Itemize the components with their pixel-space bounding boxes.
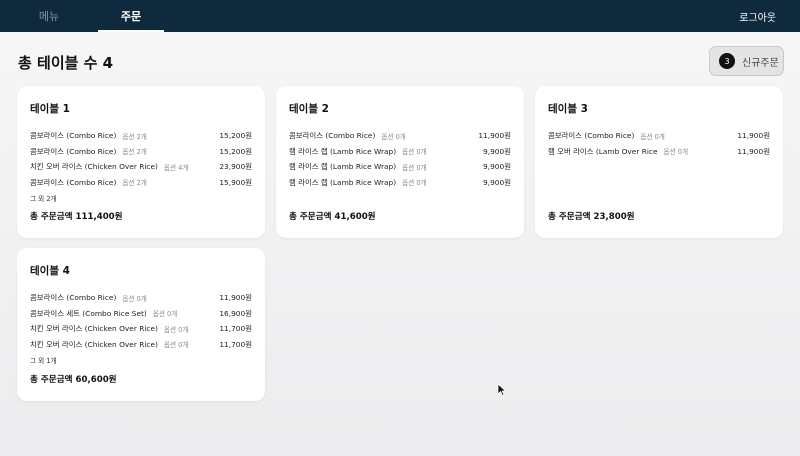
item-options: 옵션 0개 — [122, 294, 147, 303]
item-price: 15,900원 — [219, 177, 252, 187]
table-card-3[interactable]: 테이블 3 콤보라이스 (Combo Rice) 옵션 0개 11,900원 램… — [535, 86, 783, 238]
item-name: 콤보라이스 (Combo Rice) — [30, 131, 117, 141]
item-options: 옵션 2개 — [122, 132, 147, 141]
mouse-cursor-icon — [497, 383, 507, 397]
item-name: 콤보라이스 (Combo Rice) — [30, 146, 117, 156]
table-title: 테이블 1 — [30, 103, 70, 115]
item-options: 옵션 0개 — [402, 179, 427, 188]
item-name: 램 오버 라이스 (Lamb Over Rice — [548, 146, 658, 156]
order-total: 총 주문금액 60,600원 — [30, 375, 117, 385]
item-name: 콤보라이스 (Combo Rice) — [548, 131, 635, 141]
item-price: 23,900원 — [219, 162, 252, 172]
tab-orders[interactable]: 주문 — [98, 0, 164, 32]
order-item: 램 오버 라이스 (Lamb Over Rice 옵션 0개 11,900원 — [548, 144, 770, 160]
item-options: 옵션 2개 — [122, 179, 147, 188]
table-title: 테이블 2 — [289, 103, 329, 115]
order-item: 콤보라이스 세트 (Combo Rice Set) 옵션 0개 16,900원 — [30, 306, 252, 322]
item-price: 11,700원 — [219, 324, 252, 334]
item-price: 9,900원 — [483, 177, 511, 187]
item-price: 11,900원 — [737, 146, 770, 156]
item-options: 옵션 0개 — [163, 341, 189, 350]
new-order-label: 신규주문 — [742, 57, 779, 69]
item-price: 9,900원 — [483, 162, 511, 172]
order-item: 램 라이스 랩 (Lamb Rice Wrap) 옵션 0개 9,900원 — [289, 175, 511, 191]
item-price: 11,900원 — [219, 293, 252, 303]
logout-button[interactable]: 로그아웃 — [739, 0, 776, 32]
item-options: 옵션 0개 — [381, 132, 406, 141]
item-options: 옵션 0개 — [163, 325, 189, 334]
item-options: 옵션 4개 — [163, 163, 189, 172]
item-price: 11,900원 — [478, 131, 511, 141]
table-title: 테이블 3 — [548, 103, 588, 115]
order-item: 콤보라이스 (Combo Rice) 옵션 2개 15,200원 — [30, 144, 252, 160]
order-item: 콤보라이스 (Combo Rice) 옵션 0개 11,900원 — [548, 128, 770, 144]
new-order-count-badge: 3 — [719, 53, 735, 69]
order-item: 콤보라이스 (Combo Rice) 옵션 2개 15,200원 — [30, 128, 252, 144]
table-card-2[interactable]: 테이블 2 콤보라이스 (Combo Rice) 옵션 0개 11,900원 램… — [276, 86, 524, 238]
item-price: 11,900원 — [737, 131, 770, 141]
item-price: 16,900원 — [219, 308, 252, 318]
item-options: 옵션 0개 — [640, 132, 665, 141]
page-title: 총 테이블 수 4 — [18, 54, 114, 72]
item-price: 15,200원 — [219, 146, 252, 156]
item-name: 램 라이스 랩 (Lamb Rice Wrap) — [289, 177, 397, 187]
item-options: 옵션 0개 — [402, 148, 427, 157]
order-item: 치킨 오버 라이스 (Chicken Over Rice) 옵션 0개 11,7… — [30, 321, 252, 337]
item-options: 옵션 0개 — [402, 163, 427, 172]
order-total: 총 주문금액 111,400원 — [30, 212, 123, 222]
item-name: 콤보라이스 (Combo Rice) — [30, 293, 117, 303]
order-item: 콤보라이스 (Combo Rice) 옵션 2개 15,900원 — [30, 175, 252, 191]
item-price: 9,900원 — [483, 146, 511, 156]
item-name: 콤보라이스 (Combo Rice) — [30, 177, 117, 187]
item-price: 11,700원 — [219, 339, 252, 349]
order-item: 콤보라이스 (Combo Rice) 옵션 0개 11,900원 — [30, 290, 252, 306]
tab-menu[interactable]: 메뉴 — [0, 0, 98, 32]
more-items-note: 그 외 1개 — [30, 357, 57, 365]
item-name: 램 라이스 랩 (Lamb Rice Wrap) — [289, 162, 397, 172]
item-name: 치킨 오버 라이스 (Chicken Over Rice) — [30, 324, 158, 334]
new-order-button[interactable]: 3 신규주문 — [709, 46, 784, 76]
order-item: 램 라이스 랩 (Lamb Rice Wrap) 옵션 0개 9,900원 — [289, 144, 511, 160]
item-options: 옵션 2개 — [122, 148, 147, 157]
order-total: 총 주문금액 41,600원 — [289, 212, 376, 222]
table-card-4[interactable]: 테이블 4 콤보라이스 (Combo Rice) 옵션 0개 11,900원 콤… — [17, 248, 265, 401]
table-title: 테이블 4 — [30, 265, 70, 277]
more-items-note: 그 외 2개 — [30, 195, 57, 203]
order-total: 총 주문금액 23,800원 — [548, 212, 635, 222]
order-item: 콤보라이스 (Combo Rice) 옵션 0개 11,900원 — [289, 128, 511, 144]
table-card-1[interactable]: 테이블 1 콤보라이스 (Combo Rice) 옵션 2개 15,200원 콤… — [17, 86, 265, 238]
order-item: 치킨 오버 라이스 (Chicken Over Rice) 옵션 4개 23,9… — [30, 159, 252, 175]
item-options: 옵션 0개 — [152, 310, 178, 319]
item-options: 옵션 0개 — [663, 148, 689, 157]
item-name: 콤보라이스 세트 (Combo Rice Set) — [30, 308, 147, 318]
item-name: 램 라이스 랩 (Lamb Rice Wrap) — [289, 146, 397, 156]
order-item: 램 라이스 랩 (Lamb Rice Wrap) 옵션 0개 9,900원 — [289, 159, 511, 175]
item-name: 콤보라이스 (Combo Rice) — [289, 131, 376, 141]
top-nav-bar: 메뉴 주문 로그아웃 — [0, 0, 800, 32]
item-name: 치킨 오버 라이스 (Chicken Over Rice) — [30, 162, 158, 172]
item-price: 15,200원 — [219, 131, 252, 141]
order-item: 치킨 오버 라이스 (Chicken Over Rice) 옵션 0개 11,7… — [30, 337, 252, 353]
item-name: 치킨 오버 라이스 (Chicken Over Rice) — [30, 339, 158, 349]
